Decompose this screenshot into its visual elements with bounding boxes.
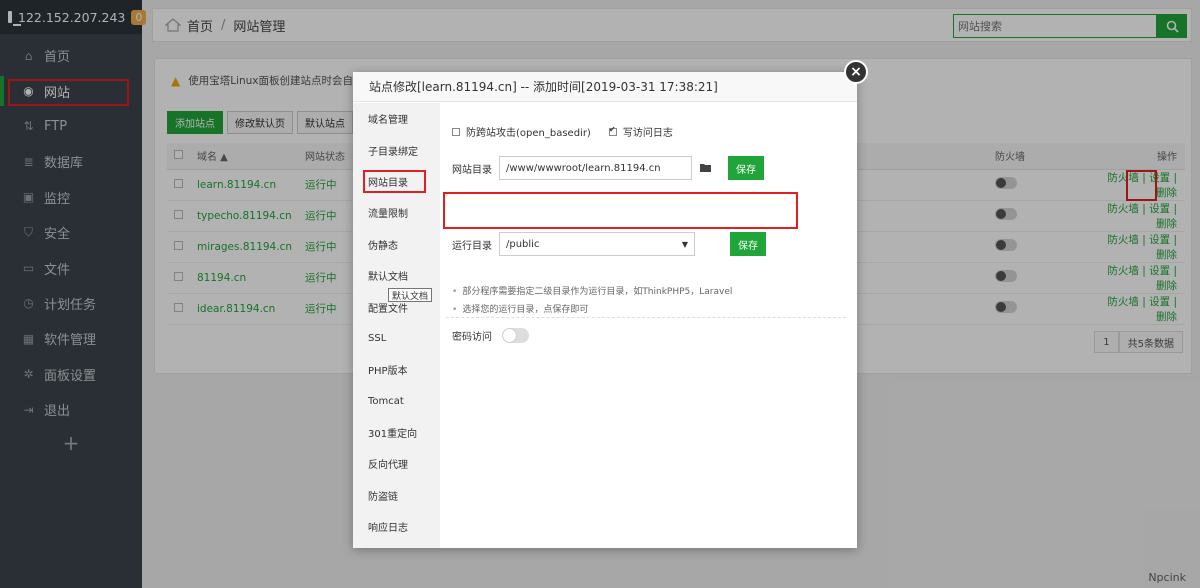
close-icon[interactable]: × xyxy=(844,60,868,84)
tooltip: 默认文档 xyxy=(388,288,433,302)
menu-item-proxy[interactable]: 反向代理 xyxy=(353,448,440,479)
folder-icon[interactable] xyxy=(700,163,712,173)
menu-item-rewrite[interactable]: 伪静态 xyxy=(353,229,440,260)
menu-item-traffic[interactable]: 流量限制 xyxy=(353,197,440,228)
tips-list: 部分程序需要指定二级目录作为运行目录，如ThinkPHP5，Laravel 选择… xyxy=(452,283,732,319)
password-access-label: 密码访问 xyxy=(452,332,492,343)
anti-xss-label: 防跨站攻击(open_basedir) xyxy=(466,128,591,139)
site-dir-label: 网站目录 xyxy=(452,164,492,176)
dialog-menu: 域名管理 子目录绑定 网站目录 流量限制 伪静态 默认文档 配置文件 SSL P… xyxy=(353,103,440,548)
options-row: 防跨站攻击(open_basedir) 写访问日志 xyxy=(452,124,673,139)
menu-item-default-doc[interactable]: 默认文档 xyxy=(353,260,440,291)
menu-item-redirect[interactable]: 301重定向 xyxy=(353,417,440,448)
save-run-dir-button[interactable]: 保存 xyxy=(730,232,766,256)
password-access-toggle[interactable] xyxy=(502,328,529,343)
password-row: 密码访问 xyxy=(452,328,529,343)
run-dir-value: /public xyxy=(506,238,540,250)
site-dir-input[interactable]: /www/wwwroot/learn.81194.cn xyxy=(499,156,692,180)
menu-item-hotlink[interactable]: 防盗链 xyxy=(353,480,440,511)
menu-item-site-dir[interactable]: 网站目录 xyxy=(353,166,440,197)
site-dir-row: 网站目录 /www/wwwroot/learn.81194.cn 保存 xyxy=(452,156,764,180)
dialog-content: 防跨站攻击(open_basedir) 写访问日志 网站目录 /www/wwwr… xyxy=(440,103,857,548)
menu-item-subdir[interactable]: 子目录绑定 xyxy=(353,134,440,165)
save-site-dir-button[interactable]: 保存 xyxy=(728,156,764,180)
menu-item-domain[interactable]: 域名管理 xyxy=(353,103,440,134)
chevron-down-icon: ▼ xyxy=(681,239,688,249)
anti-xss-checkbox[interactable] xyxy=(452,127,460,136)
run-dir-row: 运行目录 /public ▼ 保存 xyxy=(452,232,766,256)
menu-item-tomcat[interactable]: Tomcat xyxy=(353,386,440,417)
run-dir-select[interactable]: /public ▼ xyxy=(499,232,695,256)
access-log-label: 写访问日志 xyxy=(622,128,673,139)
menu-item-php[interactable]: PHP版本 xyxy=(353,354,440,385)
menu-item-ssl[interactable]: SSL xyxy=(353,323,440,354)
access-log-checkbox[interactable] xyxy=(608,125,617,136)
menu-item-log[interactable]: 响应日志 xyxy=(353,511,440,542)
site-edit-dialog: 站点修改[learn.81194.cn] -- 添加时间[2019-03-31 … xyxy=(353,72,857,548)
tip-item: 部分程序需要指定二级目录作为运行目录，如ThinkPHP5，Laravel xyxy=(452,283,732,301)
dialog-title: 站点修改[learn.81194.cn] -- 添加时间[2019-03-31 … xyxy=(353,72,857,102)
run-dir-label: 运行目录 xyxy=(452,240,492,252)
watermark: Npcink xyxy=(1148,571,1186,584)
divider xyxy=(446,317,846,318)
